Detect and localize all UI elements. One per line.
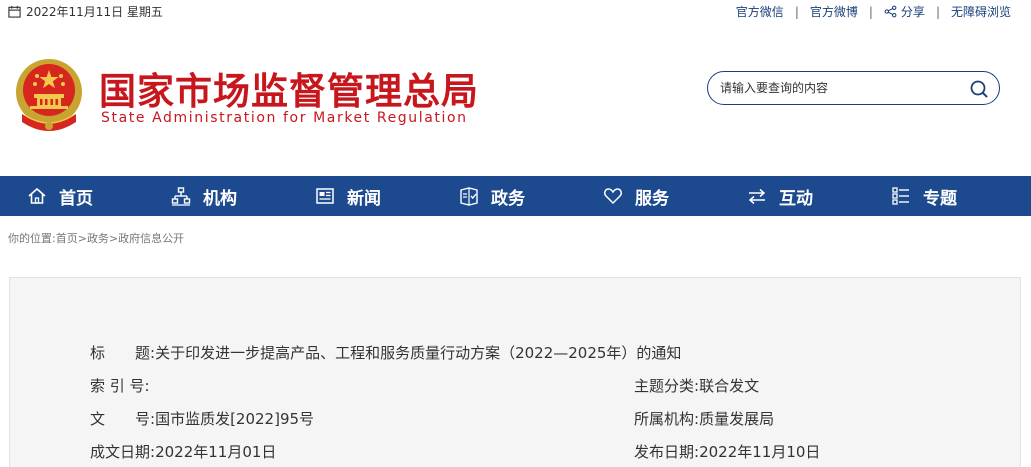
nav-item-topics[interactable]: 专题 xyxy=(864,176,1008,216)
breadcrumb-prefix: 你的位置: xyxy=(8,232,56,245)
doc-topic-label: 主题分类: xyxy=(634,377,700,395)
breadcrumb-item-home[interactable]: 首页 xyxy=(56,232,78,245)
top-links: 官方微信 | 官方微博 | 分享 | 无障碍浏览 xyxy=(736,3,1011,20)
nav-label: 首页 xyxy=(59,188,93,209)
doc-publish-date-row: 发布日期: 2022年11月10日 xyxy=(634,441,820,462)
wechat-link[interactable]: 官方微信 xyxy=(736,3,784,20)
doc-org-row: 所属机构: 质量发展局 xyxy=(634,408,774,429)
national-emblem-icon[interactable] xyxy=(12,56,86,136)
topics-icon xyxy=(892,187,909,205)
nav-label: 新闻 xyxy=(347,188,381,209)
nav-item-news[interactable]: 新闻 xyxy=(288,176,432,216)
date-text: 2022年11月11日 星期五 xyxy=(26,5,163,19)
share-icon xyxy=(884,5,897,18)
search-icon[interactable] xyxy=(969,79,989,99)
doc-index-row: 索 引 号: xyxy=(90,375,150,396)
doc-written-date-label: 成文日期: xyxy=(90,443,156,461)
search-input[interactable] xyxy=(720,79,960,97)
document-info-panel: 标 题: 关于印发进一步提高产品、工程和服务质量行动方案（2022—2025年）… xyxy=(9,277,1021,467)
doc-written-date-row: 成文日期: 2022年11月01日 xyxy=(90,441,276,462)
doc-title-row: 标 题: 关于印发进一步提高产品、工程和服务质量行动方案（2022—2025年）… xyxy=(90,342,681,363)
nav-label: 互动 xyxy=(779,188,813,209)
share-link[interactable]: 分享 xyxy=(884,3,925,20)
nav-label: 机构 xyxy=(203,188,237,209)
doc-org-value: 质量发展局 xyxy=(699,410,775,428)
nav-item-organization[interactable]: 机构 xyxy=(144,176,288,216)
doc-publish-date-value: 2022年11月10日 xyxy=(699,443,821,461)
site-title-chinese[interactable]: 国家市场监督管理总局 xyxy=(99,61,479,115)
separator: | xyxy=(935,4,940,19)
nav-item-services[interactable]: 服务 xyxy=(576,176,720,216)
share-label: 分享 xyxy=(900,5,925,19)
doc-title-value: 关于印发进一步提高产品、工程和服务质量行动方案（2022—2025年）的通知 xyxy=(155,344,682,362)
separator: | xyxy=(794,4,799,19)
nav-label: 服务 xyxy=(635,188,669,209)
breadcrumb: 你的位置:首页>政务>政府信息公开 xyxy=(8,230,184,246)
nav-item-interaction[interactable]: 互动 xyxy=(720,176,864,216)
doc-topic-row: 主题分类: 联合发文 xyxy=(634,375,759,396)
breadcrumb-separator: > xyxy=(108,232,119,245)
government-icon xyxy=(460,187,478,206)
nav-item-government-affairs[interactable]: 政务 xyxy=(432,176,576,216)
site-title-english: State Administration for Market Regulati… xyxy=(101,110,468,126)
breadcrumb-item-government[interactable]: 政务 xyxy=(87,232,109,245)
weibo-link[interactable]: 官方微博 xyxy=(810,3,858,20)
doc-org-label: 所属机构: xyxy=(634,410,700,428)
site-header: 国家市场监督管理总局 State Administration for Mark… xyxy=(0,22,1031,175)
doc-index-label: 索 引 号: xyxy=(90,377,150,395)
exchange-icon xyxy=(748,188,766,205)
calendar-icon xyxy=(8,5,21,18)
separator: | xyxy=(868,4,873,19)
nav-label: 专题 xyxy=(923,188,957,209)
nav-label: 政务 xyxy=(491,188,525,209)
breadcrumb-item-info-disclosure[interactable]: 政府信息公开 xyxy=(118,232,184,245)
accessibility-link[interactable]: 无障碍浏览 xyxy=(951,3,1011,20)
org-icon xyxy=(171,187,191,206)
doc-number-value: 国市监质发[2022]95号 xyxy=(155,410,315,428)
doc-number-label: 文 号: xyxy=(90,410,156,428)
home-icon xyxy=(28,187,46,204)
nav-item-home[interactable]: 首页 xyxy=(0,176,144,216)
doc-number-row: 文 号: 国市监质发[2022]95号 xyxy=(90,408,314,429)
doc-written-date-value: 2022年11月01日 xyxy=(155,443,277,461)
doc-publish-date-label: 发布日期: xyxy=(634,443,700,461)
breadcrumb-separator: > xyxy=(77,232,87,245)
search-box xyxy=(707,71,1000,105)
news-icon xyxy=(316,188,334,204)
main-navigation: 首页 机构 新闻 政务 服务 互动 专题 xyxy=(0,176,1031,216)
current-date: 2022年11月11日 星期五 xyxy=(8,3,163,20)
doc-topic-value: 联合发文 xyxy=(699,377,760,395)
doc-title-label: 标 题: xyxy=(90,344,156,362)
top-utility-bar: 2022年11月11日 星期五 官方微信 | 官方微博 | 分享 | 无障碍浏览 xyxy=(0,0,1031,22)
heart-icon xyxy=(604,188,622,205)
